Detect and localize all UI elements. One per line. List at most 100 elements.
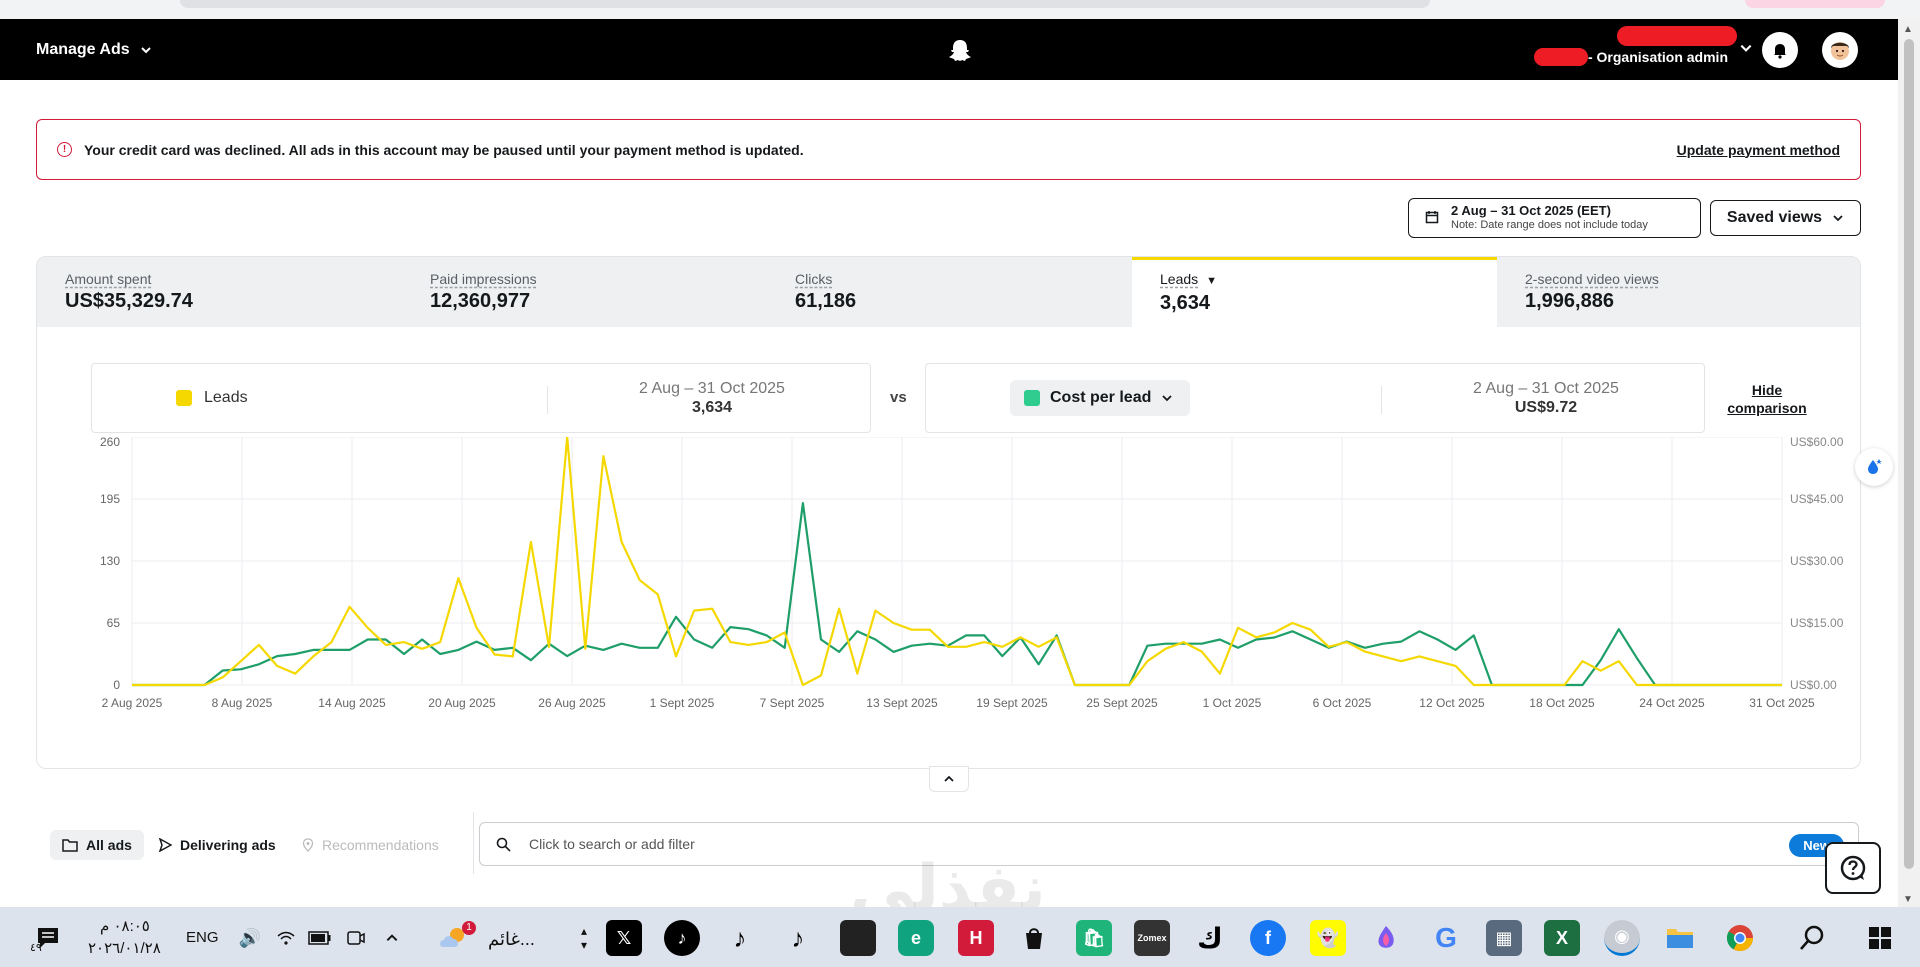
help-button[interactable] <box>1825 842 1881 894</box>
calculator-app-icon[interactable]: ▦ <box>1486 920 1522 956</box>
manage-ads-label: Manage Ads <box>36 41 130 58</box>
tiktok-app-icon-2[interactable]: ♪ <box>722 920 758 956</box>
tiktok-app-icon[interactable]: ♪ <box>664 920 700 956</box>
x-tick-label: 8 Aug 2025 <box>212 696 273 710</box>
store-bag-icon[interactable] <box>1016 920 1052 956</box>
shopping-bag-app-icon[interactable]: 🛍 <box>1076 920 1112 956</box>
tiktok-app-icon-3[interactable]: ♪ <box>780 920 816 956</box>
comparison-metric-dropdown[interactable]: Cost per lead <box>1010 380 1190 416</box>
user-avatar[interactable] <box>1822 32 1858 68</box>
account-role: - Organisation admin <box>1587 49 1728 65</box>
clock-time[interactable]: ٠٨:٠٥ م <box>100 917 150 935</box>
send-arrow-icon <box>158 838 172 852</box>
firefox-style-app-icon[interactable] <box>1368 920 1404 956</box>
taskbar-app-icon-black[interactable]: ك <box>1192 920 1228 956</box>
volume-icon[interactable]: 🔊 <box>232 920 268 956</box>
search-icon[interactable] <box>1794 920 1830 956</box>
language-indicator[interactable]: ENG <box>186 929 219 946</box>
taskbar-app-icon[interactable] <box>840 920 876 956</box>
battery-level-icon <box>308 931 331 945</box>
windows-start-icon[interactable] <box>1862 920 1898 956</box>
scroll-down-arrow-icon[interactable]: ▼ <box>1903 894 1913 905</box>
manage-ads-menu[interactable]: Manage Ads <box>36 41 152 59</box>
x-tick-label: 20 Aug 2025 <box>428 696 496 710</box>
bell-icon <box>1774 44 1786 59</box>
calendar-icon <box>1425 211 1439 224</box>
redaction-mark <box>1534 48 1588 66</box>
meet-now-icon[interactable] <box>338 920 374 956</box>
search-filter-input[interactable]: Click to search or add filter New <box>479 822 1859 866</box>
leads-swatch <box>176 390 192 406</box>
notifications-button[interactable] <box>1762 32 1798 68</box>
tab-paid-impressions[interactable]: Paid impressions 12,360,977 <box>402 257 767 327</box>
account-switcher[interactable]: Self Service - Organisation admin <box>1534 26 1737 67</box>
all-ads-filter[interactable]: All ads <box>50 830 144 860</box>
saved-views-label: Saved views <box>1726 209 1823 226</box>
delivering-ads-filter[interactable]: Delivering ads <box>146 830 288 860</box>
primary-series-name: Leads <box>204 389 248 406</box>
tab-label: Clicks <box>795 271 833 287</box>
show-hidden-icons-chevron-up-icon[interactable] <box>374 920 410 956</box>
y-right-tick-label: US$0.00 <box>1790 678 1837 692</box>
redaction-mark <box>1617 26 1737 46</box>
chrome-profile-app-icon[interactable]: ◉ <box>1604 920 1640 956</box>
search-placeholder: Click to search or add filter <box>529 836 695 852</box>
file-explorer-app-icon[interactable] <box>1662 920 1698 956</box>
account-chevron-down-icon[interactable] <box>1739 41 1753 55</box>
x-tick-label: 14 Aug 2025 <box>318 696 386 710</box>
date-range-note: Note: Date range does not include today <box>1451 219 1648 231</box>
x-tick-label: 6 Oct 2025 <box>1313 696 1372 710</box>
snapchat-ghost-icon[interactable] <box>943 34 977 68</box>
x-twitter-app-icon[interactable]: 𝕏 <box>606 920 642 956</box>
scroll-up-arrow-icon[interactable]: ▲ <box>1903 24 1913 35</box>
taskbar-app-icon-teal[interactable]: e <box>898 920 934 956</box>
y-left-tick-label: 65 <box>107 616 121 630</box>
excel-app-icon[interactable]: X <box>1544 920 1580 956</box>
weather-text[interactable]: غائم... <box>488 929 535 950</box>
google-app-icon[interactable]: G <box>1428 920 1464 956</box>
saved-views-dropdown[interactable]: Saved views <box>1710 200 1861 236</box>
chevron-up-icon <box>944 775 954 782</box>
recommendations-filter[interactable]: Recommendations <box>290 830 451 860</box>
facebook-app-icon[interactable]: f <box>1250 920 1286 956</box>
chevron-down-icon <box>140 47 151 54</box>
tab-amount-spent[interactable]: Amount spent US$35,329.74 <box>37 257 402 327</box>
tab-label: Amount spent <box>65 271 152 287</box>
scrollbar-thumb[interactable] <box>1904 39 1914 869</box>
tab-clicks[interactable]: Clicks 61,186 <box>767 257 1132 327</box>
zomex-app-icon[interactable]: Zomex <box>1134 920 1170 956</box>
y-right-tick-label: US$30.00 <box>1790 554 1844 568</box>
folder-icon <box>62 839 78 852</box>
camera-icon <box>347 931 365 945</box>
alert-message: Your credit card was declined. All ads i… <box>84 141 804 158</box>
taskbar-app-icon-red[interactable]: H <box>958 920 994 956</box>
location-pin-icon <box>302 838 314 852</box>
secondary-legend: Cost per lead 2 Aug – 31 Oct 2025 US$9.7… <box>925 363 1705 433</box>
wifi-icon[interactable] <box>268 920 304 956</box>
snapchat-app-icon[interactable]: 👻 <box>1310 920 1346 956</box>
x-tick-label: 24 Oct 2025 <box>1639 696 1705 710</box>
update-payment-link[interactable]: Update payment method <box>1677 142 1840 158</box>
primary-legend: Leads 2 Aug – 31 Oct 2025 3,634 <box>91 363 871 433</box>
taskbar-scroll-arrows-icon[interactable]: ▴ ▾ <box>566 920 602 956</box>
tab-leads[interactable]: Leads ▼ 3,634 <box>1132 257 1497 327</box>
battery-icon[interactable] <box>302 920 338 956</box>
collapse-chart-button[interactable] <box>929 766 969 792</box>
clock-date[interactable]: ٢٠٢٦/٠١/٢٨ <box>88 939 161 957</box>
tab-video-views[interactable]: 2-second video views 1,996,886 <box>1497 257 1860 327</box>
caret-down-icon[interactable]: ▼ <box>1206 275 1217 287</box>
x-tick-label: 1 Sept 2025 <box>650 696 715 710</box>
legend-divider <box>547 386 548 414</box>
tab-value: 3,634 <box>1160 292 1211 314</box>
hide-comparison-link[interactable]: Hide comparison <box>1717 381 1817 417</box>
address-bar[interactable] <box>180 0 1430 8</box>
floating-assist-button[interactable] <box>1855 448 1893 486</box>
chevron-down-icon <box>1833 215 1843 222</box>
alert-exclamation-icon: ! <box>57 142 72 157</box>
avatar-face-icon <box>1831 42 1849 60</box>
chrome-app-icon[interactable] <box>1722 920 1758 956</box>
date-range-picker[interactable]: 2 Aug – 31 Oct 2025 (EET) Note: Date ran… <box>1408 198 1701 238</box>
all-ads-label: All ads <box>86 837 132 853</box>
x-tick-label: 25 Sept 2025 <box>1086 696 1158 710</box>
page-scrollbar[interactable]: ▲ ▼ <box>1898 19 1920 907</box>
